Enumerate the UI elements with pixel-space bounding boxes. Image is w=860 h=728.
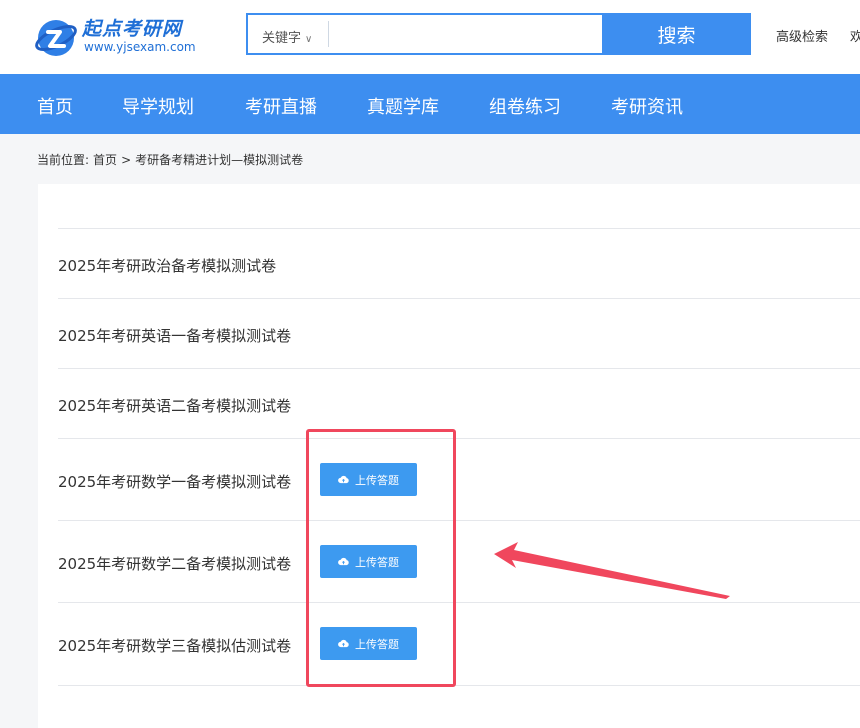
paper-title[interactable]: 2025年考研数学一备考模拟测试卷 — [58, 471, 291, 492]
list-item[interactable]: 2025年考研英语二备考模拟测试卷 — [58, 368, 860, 439]
cloud-upload-icon — [338, 557, 349, 566]
upload-answer-button[interactable]: 上传答题 — [320, 627, 417, 660]
cloud-upload-icon — [338, 475, 349, 484]
keyword-select-label: 关键字 — [262, 31, 302, 46]
breadcrumb-separator: > — [121, 153, 132, 167]
upload-answer-label: 上传答题 — [355, 473, 399, 487]
paper-title[interactable]: 2025年考研英语一备考模拟测试卷 — [58, 325, 291, 346]
breadcrumb-current: 考研备考精进计划—模拟测试卷 — [135, 153, 304, 167]
cloud-upload-icon — [338, 639, 349, 648]
list-item[interactable]: 2025年考研数学一备考模拟测试卷 上传答题 — [58, 438, 860, 521]
nav-item-study-plan[interactable]: 导学规划 — [122, 93, 194, 119]
paper-title[interactable]: 2025年考研政治备考模拟测试卷 — [58, 255, 276, 276]
logo-title: 起点考研网 — [82, 18, 183, 40]
search-bar: 关键字 ∨ 搜索 — [246, 13, 751, 55]
paper-list-panel: 2025年考研政治备考模拟测试卷 2025年考研英语一备考模拟测试卷 2025年… — [38, 184, 860, 728]
nav-item-home[interactable]: 首页 — [37, 93, 73, 119]
paper-title[interactable]: 2025年考研英语二备考模拟测试卷 — [58, 395, 291, 416]
list-item[interactable]: 2025年考研政治备考模拟测试卷 — [58, 228, 860, 299]
upload-answer-label: 上传答题 — [355, 637, 399, 651]
site-logo[interactable]: 起点考研网 www.yjsexam.com — [34, 14, 204, 60]
logo-icon — [35, 20, 77, 56]
logo-url: www.yjsexam.com — [84, 40, 196, 54]
main-nav: 首页 导学规划 考研直播 真题学库 组卷练习 考研资讯 — [0, 74, 860, 134]
list-item[interactable]: 2025年考研数学三备模拟估测试卷 上传答题 — [58, 602, 860, 686]
nav-item-past-papers[interactable]: 真题学库 — [367, 93, 439, 119]
breadcrumb-home[interactable]: 首页 — [93, 153, 117, 167]
list-item[interactable]: 2025年考研英语一备考模拟测试卷 — [58, 298, 860, 369]
search-box: 关键字 ∨ — [246, 13, 602, 55]
advanced-search-link[interactable]: 高级检索 — [776, 26, 828, 45]
keyword-select[interactable]: 关键字 ∨ — [262, 27, 312, 46]
upload-answer-button[interactable]: 上传答题 — [320, 545, 417, 578]
paper-title[interactable]: 2025年考研数学三备模拟估测试卷 — [58, 635, 291, 656]
upload-answer-label: 上传答题 — [355, 555, 399, 569]
nav-item-news[interactable]: 考研资讯 — [611, 93, 683, 119]
search-input[interactable] — [336, 20, 598, 50]
list-item[interactable]: 2025年考研数学二备考模拟测试卷 上传答题 — [58, 520, 860, 603]
paper-title[interactable]: 2025年考研数学二备考模拟测试卷 — [58, 553, 291, 574]
chevron-down-icon: ∨ — [305, 34, 313, 45]
search-button[interactable]: 搜索 — [602, 13, 751, 55]
site-header: 起点考研网 www.yjsexam.com 关键字 ∨ 搜索 高级检索 欢 — [0, 0, 860, 74]
breadcrumb: 当前位置: 首页 > 考研备考精进计划—模拟测试卷 — [37, 151, 307, 168]
search-divider — [328, 21, 329, 47]
welcome-text: 欢 — [850, 30, 860, 45]
breadcrumb-prefix: 当前位置: — [37, 153, 90, 167]
upload-answer-button[interactable]: 上传答题 — [320, 463, 417, 496]
nav-item-live[interactable]: 考研直播 — [245, 93, 317, 119]
nav-item-practice[interactable]: 组卷练习 — [489, 93, 561, 119]
